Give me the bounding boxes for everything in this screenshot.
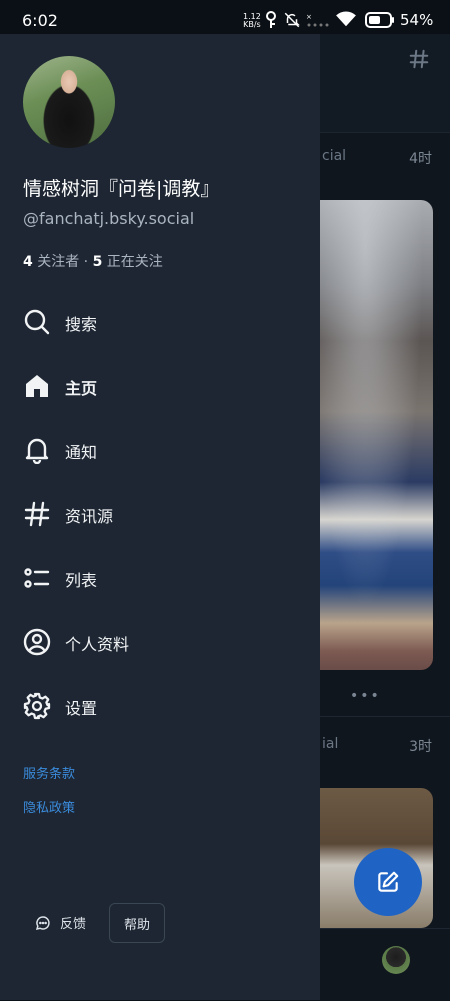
nav-item-label: 设置	[65, 699, 98, 718]
nav-item-label: 搜索	[65, 315, 98, 334]
post-time: 3时	[409, 739, 432, 755]
follow-stats[interactable]: 4 关注者 · 5 正在关注	[23, 251, 163, 271]
settings-icon	[23, 692, 51, 720]
nav-item-home[interactable]: 主页	[0, 359, 320, 413]
key-icon	[266, 11, 276, 28]
profile-display-name: 情感树洞『问卷|调教』	[23, 178, 220, 200]
post-author-fragment: ial	[322, 736, 339, 752]
post-image[interactable]	[320, 200, 433, 670]
more-icon[interactable]: •••	[350, 688, 381, 704]
nav-item-settings[interactable]: 设置	[0, 679, 320, 733]
nav-item-feeds[interactable]: 资讯源	[0, 487, 320, 541]
network-speed-unit: KB/s	[243, 20, 261, 29]
post-divider	[320, 716, 450, 717]
status-time: 6:02	[22, 11, 58, 30]
svg-text:×: ×	[306, 14, 312, 21]
compose-button[interactable]	[354, 848, 422, 916]
following-count: 5	[92, 254, 103, 270]
network-speed: 1.12 KB/s	[243, 13, 261, 29]
post-time: 4时	[409, 151, 432, 167]
wifi-icon	[336, 11, 356, 27]
followers-count: 4	[23, 254, 33, 270]
feedback-label: 反馈	[60, 917, 87, 932]
post-author-fragment: cial	[322, 148, 347, 164]
signal-dots-icon: ×	[306, 14, 329, 27]
followers-label: 关注者	[37, 254, 80, 270]
nav-item-label: 资讯源	[65, 507, 114, 526]
nav-item-lists[interactable]: 列表	[0, 551, 320, 605]
help-button[interactable]: 帮助	[109, 903, 165, 943]
battery-icon	[365, 12, 394, 28]
nav-item-label: 个人资料	[65, 635, 130, 654]
nav-item-label: 列表	[65, 571, 98, 590]
nav-item-label: 通知	[65, 443, 98, 462]
feed-header	[320, 34, 450, 133]
stats-separator: ·	[79, 254, 93, 270]
status-bar: 6:02 1.12 KB/s × 54%	[0, 0, 450, 34]
search-icon	[24, 309, 50, 335]
following-label: 正在关注	[106, 254, 163, 270]
profile-tab-avatar[interactable]	[382, 946, 410, 974]
nav-item-profile[interactable]: 个人资料	[0, 615, 320, 669]
navigation-drawer: 情感树洞『问卷|调教』 @fanchatj.bsky.social 4 关注者 …	[0, 34, 320, 1000]
battery-percent: 54%	[400, 11, 434, 29]
terms-link[interactable]: 服务条款	[23, 763, 75, 782]
profile-icon	[23, 628, 51, 656]
chat-bubble-icon	[35, 916, 50, 931]
compose-icon	[378, 871, 399, 892]
mute-bell-icon	[284, 12, 300, 28]
nav-item-search[interactable]: 搜索	[0, 295, 320, 349]
nav-item-notifications[interactable]: 通知	[0, 423, 320, 477]
avatar[interactable]	[23, 56, 115, 148]
bell-icon	[25, 438, 49, 464]
privacy-link[interactable]: 隐私政策	[23, 797, 75, 816]
hashtag-icon[interactable]	[408, 48, 430, 70]
nav-item-label: 主页	[65, 379, 98, 398]
hashtag-icon	[24, 501, 50, 527]
home-icon	[26, 375, 48, 397]
help-label: 帮助	[123, 918, 150, 933]
profile-handle: @fanchatj.bsky.social	[23, 209, 195, 228]
list-icon	[24, 568, 50, 588]
